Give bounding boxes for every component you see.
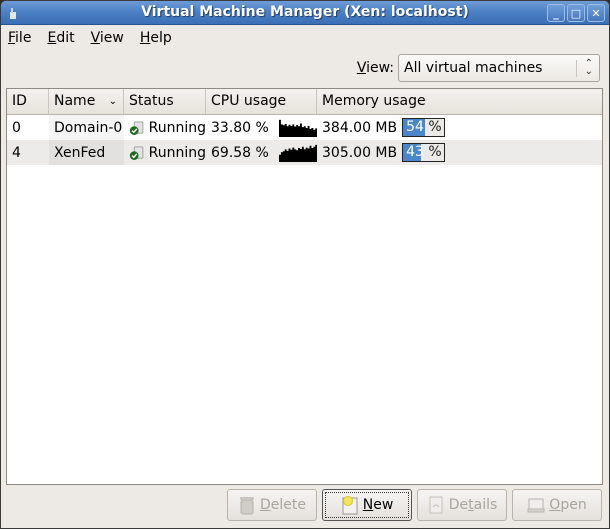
vm-id: 0 bbox=[12, 119, 21, 136]
view-filter-value: All virtual machines bbox=[404, 60, 543, 76]
view-filter-label: View: bbox=[357, 60, 394, 76]
memory-percent-value: 54 bbox=[406, 119, 424, 135]
open-label-text: pen bbox=[560, 497, 587, 513]
running-vm-icon bbox=[129, 120, 144, 135]
menu-bar: File Edit View Help bbox=[1, 26, 609, 50]
vm-name: Domain-0 bbox=[49, 115, 124, 140]
window-title: Virtual Machine Manager (Xen: localhost) bbox=[141, 4, 469, 20]
memory-percent-value: 43 bbox=[406, 144, 424, 160]
vm-cpu: 33.80 % bbox=[206, 115, 317, 140]
view-filter-combo[interactable]: All virtual machines ⌃ ⌄ bbox=[398, 54, 600, 82]
memory-progress-bar: 43 % bbox=[402, 143, 446, 162]
menu-file[interactable]: File bbox=[8, 30, 31, 46]
vm-list[interactable]: ID Name ⌄ Status CPU usage Memory usage 0… bbox=[6, 88, 603, 485]
vm-memory: 305.00 MB 43 % bbox=[317, 140, 602, 165]
menu-view-label: iew bbox=[99, 30, 124, 46]
delete-mnemonic: D bbox=[260, 497, 271, 513]
details-label-pre: De bbox=[448, 497, 469, 513]
vm-manager-window: Virtual Machine Manager (Xen: localhost)… bbox=[0, 0, 610, 529]
menu-help[interactable]: Help bbox=[140, 30, 172, 46]
open-mnemonic: O bbox=[549, 497, 561, 513]
close-icon: ✕ bbox=[591, 6, 601, 20]
maximize-icon: □ bbox=[570, 6, 582, 20]
new-label-text: ew bbox=[373, 497, 394, 513]
cpu-sparkline bbox=[278, 119, 317, 137]
vm-cpu: 69.58 % bbox=[206, 140, 317, 165]
vm-cpu-text: 33.80 % bbox=[211, 119, 269, 136]
running-vm-icon bbox=[129, 145, 144, 160]
new-mnemonic: N bbox=[362, 497, 374, 513]
column-header-cpu[interactable]: CPU usage bbox=[206, 89, 317, 114]
new-document-icon bbox=[342, 496, 358, 515]
menu-edit-label: dit bbox=[56, 30, 75, 46]
column-header-id[interactable]: ID bbox=[7, 89, 49, 114]
details-label-text: ails bbox=[473, 497, 498, 513]
cpu-sparkline-area bbox=[278, 144, 317, 162]
table-row[interactable]: 4 XenFed Running 69.58 % 305.00 MB 43 % bbox=[7, 140, 602, 165]
menu-edit[interactable]: Edit bbox=[47, 30, 74, 46]
combo-separator bbox=[576, 60, 577, 77]
sort-descending-icon: ⌄ bbox=[108, 96, 117, 107]
view-filter-row: View: All virtual machines ⌃ ⌄ bbox=[357, 54, 600, 82]
open-button[interactable]: Open bbox=[512, 489, 602, 521]
vm-cpu-text: 69.58 % bbox=[211, 144, 269, 161]
table-row[interactable]: 0 Domain-0 Running 33.80 % 384.00 MB 54 … bbox=[7, 115, 602, 140]
new-label: New bbox=[363, 497, 394, 513]
vm-id: 4 bbox=[12, 144, 21, 161]
vm-status: Running bbox=[124, 140, 206, 165]
close-button[interactable]: ✕ bbox=[587, 4, 605, 22]
details-label: Details bbox=[449, 497, 498, 513]
maximize-button[interactable]: □ bbox=[567, 4, 585, 22]
cpu-sparkline bbox=[278, 144, 317, 162]
menu-file-mnemonic: F bbox=[8, 30, 16, 46]
vm-memory-text: 384.00 MB bbox=[322, 119, 398, 136]
title-bar[interactable]: Virtual Machine Manager (Xen: localhost)… bbox=[1, 1, 609, 25]
view-filter-mnemonic: V bbox=[356, 60, 367, 76]
up-down-arrows-icon: ⌃ ⌄ bbox=[584, 58, 593, 77]
memory-progress-bar: 54 % bbox=[402, 118, 446, 137]
vm-status-text: Running bbox=[148, 119, 206, 136]
view-filter-label-text: iew: bbox=[366, 60, 394, 76]
menu-edit-mnemonic: E bbox=[47, 30, 57, 46]
details-document-icon bbox=[429, 496, 443, 514]
menu-view[interactable]: View bbox=[91, 30, 124, 46]
minimize-icon: _ bbox=[553, 6, 559, 20]
cpu-sparkline-area bbox=[278, 119, 317, 137]
console-icon bbox=[527, 498, 545, 513]
vm-memory: 384.00 MB 54 % bbox=[317, 115, 602, 140]
details-button[interactable]: Details bbox=[417, 489, 507, 521]
delete-button[interactable]: Delete bbox=[227, 489, 317, 521]
list-header: ID Name ⌄ Status CPU usage Memory usage bbox=[7, 89, 602, 115]
button-bar: Delete New Details Open bbox=[1, 489, 609, 525]
vm-name: XenFed bbox=[49, 140, 124, 165]
trash-icon bbox=[240, 497, 254, 515]
vm-memory-text: 305.00 MB bbox=[322, 144, 398, 161]
menu-help-label: elp bbox=[150, 30, 172, 46]
menu-view-mnemonic: V bbox=[90, 30, 100, 46]
column-header-name[interactable]: Name ⌄ bbox=[49, 89, 124, 114]
column-header-memory[interactable]: Memory usage bbox=[317, 89, 602, 114]
menu-help-mnemonic: H bbox=[139, 30, 151, 46]
open-label: Open bbox=[549, 497, 586, 513]
new-button[interactable]: New bbox=[322, 489, 412, 521]
delete-label: Delete bbox=[260, 497, 306, 513]
vm-status-text: Running bbox=[148, 144, 206, 161]
column-header-status[interactable]: Status bbox=[124, 89, 206, 114]
vm-status: Running bbox=[124, 115, 206, 140]
menu-file-label: ile bbox=[15, 30, 32, 46]
delete-label-text: elete bbox=[270, 497, 306, 513]
column-header-name-label: Name bbox=[54, 93, 96, 109]
minimize-button[interactable]: _ bbox=[547, 4, 565, 22]
